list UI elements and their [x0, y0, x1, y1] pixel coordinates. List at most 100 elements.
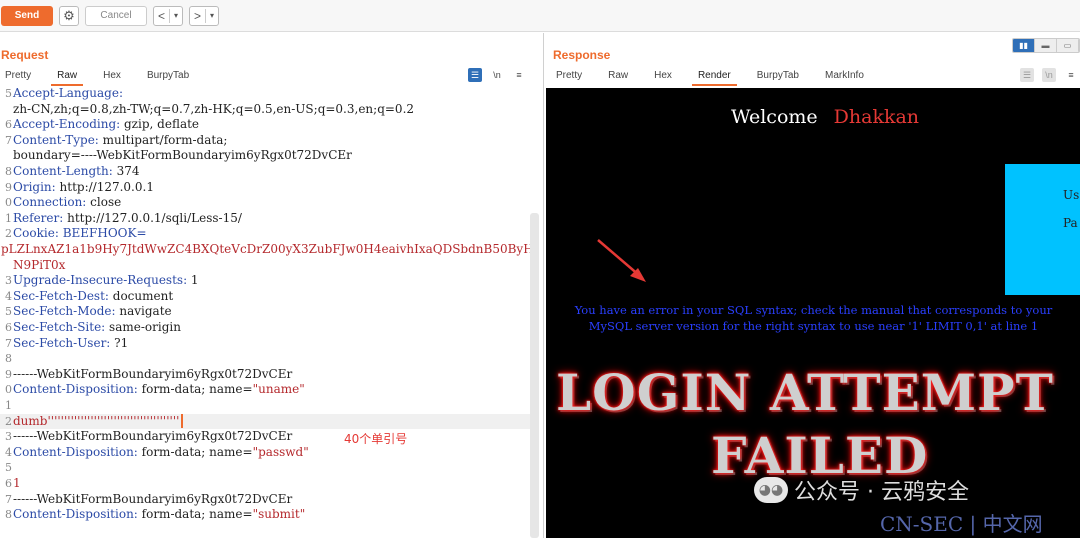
code-line[interactable]: 2 Cookie: BEEFHOOK=	[0, 226, 530, 242]
watermark-site: CN-SEC | 中文网	[880, 512, 1043, 536]
toolbar: Send ⚙ Cancel < ▾ > ▾	[0, 0, 1080, 32]
code-line[interactable]: 9 ------WebKitFormBoundaryim6yRgx0t72DvCE…	[0, 367, 530, 383]
line-number: 4	[5, 445, 12, 459]
pretty-format-icon[interactable]: ☰	[468, 68, 482, 82]
tab-hex[interactable]: Hex	[654, 68, 672, 86]
text-caret	[181, 414, 184, 429]
header-name: Connection:	[13, 195, 87, 210]
header-name: Content-Disposition:	[13, 507, 138, 522]
single-view-icon[interactable]: ▭	[1057, 39, 1079, 52]
forward-dropdown-icon[interactable]: ▾	[206, 11, 218, 20]
tab-pretty[interactable]: Pretty	[556, 68, 582, 86]
request-scrollbar[interactable]	[530, 213, 539, 538]
line-number: 5	[5, 305, 12, 319]
line-number	[0, 258, 13, 274]
code-text: Content-Disposition: form-data; name="un…	[13, 382, 305, 398]
code-line[interactable]: 3 Upgrade-Insecure-Requests: 1	[0, 273, 530, 289]
tab-markinfo[interactable]: MarkInfo	[825, 68, 864, 86]
code-line[interactable]: 9 Origin: http://127.0.0.1	[0, 180, 530, 196]
split-view-icon[interactable]: ▮▮	[1013, 39, 1035, 52]
newline-toggle-icon[interactable]: \n	[490, 68, 504, 82]
tab-burpytab[interactable]: BurpyTab	[757, 68, 799, 86]
code-line[interactable]: zh-CN,zh;q=0.8,zh-TW;q=0.7,zh-HK;q=0.5,e…	[0, 102, 530, 118]
code-line[interactable]: 0 Content-Disposition: form-data; name="u…	[0, 382, 530, 398]
code-line[interactable]: 6 Accept-Encoding: gzip, deflate	[0, 117, 530, 133]
code-line[interactable]: 8 Content-Length: 374	[0, 164, 530, 180]
line-number: 7	[5, 336, 12, 350]
string-value: "submit"	[252, 507, 306, 522]
code-line[interactable]: 1 Referer: http://127.0.0.1/sqli/Less-15/	[0, 211, 530, 227]
code-line[interactable]: 2 dumb'''''''''''''''''''''''''''''''''''…	[0, 413, 530, 430]
layout-toggle[interactable]: ▮▮ ▬ ▭	[1012, 38, 1080, 53]
code-line[interactable]: 4 Content-Disposition: form-data; name="p…	[0, 445, 530, 461]
back-nav[interactable]: < ▾	[153, 5, 184, 26]
forward-arrow-icon[interactable]: >	[190, 9, 205, 23]
header-value: boundary=----WebKitFormBoundaryim6yRgx0t…	[13, 148, 352, 163]
code-line[interactable]: pLZLnxAZ1a1b9Hy7JtdWwZC4BXQteVcDrZ00yX3Z…	[0, 242, 530, 258]
header-name: Sec-Fetch-User:	[13, 335, 111, 350]
string-value: 1	[13, 476, 21, 490]
code-line[interactable]: boundary=----WebKitFormBoundaryim6yRgx0t…	[0, 148, 530, 164]
pretty-format-icon[interactable]: ☰	[1020, 68, 1034, 82]
code-line[interactable]: 7 Content-Type: multipart/form-data;	[0, 133, 530, 149]
code-text: zh-CN,zh;q=0.8,zh-TW;q=0.7,zh-HK;q=0.5,e…	[13, 102, 414, 118]
back-dropdown-icon[interactable]: ▾	[170, 11, 182, 20]
code-text: Origin: http://127.0.0.1	[13, 180, 154, 196]
code-text: Content-Type: multipart/form-data;	[13, 133, 227, 149]
horizontal-view-icon[interactable]: ▬	[1035, 39, 1057, 52]
header-name: Referer:	[13, 210, 64, 225]
code-line[interactable]: 0 Connection: close	[0, 195, 530, 211]
header-name: Origin:	[13, 179, 56, 194]
username-label: Us	[1063, 188, 1080, 202]
line-number: 5	[5, 87, 12, 100]
line-number: 7	[5, 492, 12, 506]
forward-nav[interactable]: > ▾	[189, 5, 220, 26]
code-line[interactable]: 61	[0, 476, 530, 492]
code-line[interactable]: 7 Sec-Fetch-User: ?1	[0, 336, 530, 352]
tab-hex[interactable]: Hex	[103, 68, 121, 86]
response-title: Response	[553, 48, 611, 62]
settings-gear-icon[interactable]: ⚙	[59, 5, 79, 26]
tab-raw[interactable]: Raw	[51, 68, 84, 86]
code-text: Upgrade-Insecure-Requests: 1	[13, 273, 199, 289]
line-number: 6	[5, 321, 12, 334]
code-line[interactable]: 5 Accept-Language:	[0, 86, 530, 102]
code-line[interactable]: 1	[0, 398, 530, 414]
request-editor[interactable]: 5 Accept-Language: zh-CN,zh;q=0.8,zh-TW;q=…	[0, 86, 530, 538]
wechat-icon: ◕◕	[754, 477, 788, 503]
code-line[interactable]: 3 ------WebKitFormBoundaryim6yRgx0t72DvCE…	[0, 429, 530, 445]
code-line[interactable]: 4 Sec-Fetch-Dest: document	[0, 289, 530, 305]
line-number	[0, 102, 13, 118]
code-line[interactable]: 7 ------WebKitFormBoundaryim6yRgx0t72DvCE…	[0, 492, 530, 508]
menu-icon[interactable]: ≡	[1064, 68, 1078, 82]
cancel-button[interactable]: Cancel	[85, 5, 147, 26]
back-arrow-icon[interactable]: <	[154, 9, 169, 23]
password-label: Pa	[1063, 216, 1078, 230]
line-number: 0	[5, 196, 12, 210]
line-number: 2	[5, 414, 12, 428]
header-value: navigate	[115, 304, 172, 319]
code-line[interactable]: 8	[0, 351, 530, 367]
welcome-heading: Welcome Dhakkan	[731, 106, 919, 128]
code-line[interactable]: 5 Sec-Fetch-Mode: navigate	[0, 304, 530, 320]
code-line[interactable]: N9PiT0x	[0, 258, 530, 274]
code-line[interactable]: 6 Sec-Fetch-Site: same-origin	[0, 320, 530, 336]
header-value: multipart/form-data;	[98, 132, 228, 147]
response-panel: ▮▮ ▬ ▭ Response Pretty Raw Hex Render Bu…	[543, 33, 1080, 538]
header-name: Content-Type:	[13, 132, 99, 147]
header-name: Sec-Fetch-Dest:	[13, 288, 109, 303]
tab-raw[interactable]: Raw	[608, 68, 628, 86]
watermark-text: 公众号 · 云鸦安全	[794, 480, 969, 505]
code-line[interactable]: 8 Content-Disposition: form-data; name="s…	[0, 507, 530, 523]
send-button[interactable]: Send	[1, 5, 53, 26]
menu-icon[interactable]: ≡	[512, 68, 526, 82]
tab-render[interactable]: Render	[691, 68, 737, 86]
header-value: 1	[187, 273, 199, 288]
newline-toggle-icon[interactable]: \n	[1042, 68, 1056, 82]
tab-burpytab[interactable]: BurpyTab	[147, 68, 189, 86]
code-text: Cookie: BEEFHOOK=	[13, 226, 147, 242]
watermark: ◕◕ 公众号 · 云鸦安全	[754, 474, 969, 506]
code-text: Connection: close	[13, 195, 121, 211]
code-line[interactable]: 5	[0, 460, 530, 476]
tab-pretty[interactable]: Pretty	[5, 68, 31, 86]
